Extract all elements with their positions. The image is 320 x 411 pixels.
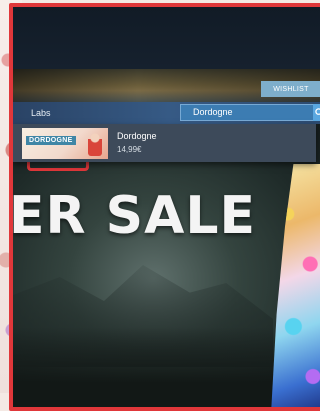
search-suggestion[interactable]: DORDOGNE Dordogne 14,99€ — [13, 124, 316, 162]
store-nav-bar: Labs — [13, 102, 320, 124]
suggestion-price: 14,99€ — [117, 145, 141, 154]
suggestion-thumbnail: DORDOGNE — [22, 128, 108, 159]
search-icon — [315, 108, 320, 117]
search-box[interactable] — [180, 104, 320, 121]
wishlist-button[interactable]: WISHLIST — [261, 81, 320, 97]
nav-item-labs[interactable]: Labs — [31, 102, 51, 124]
top-bar — [13, 7, 320, 69]
thumbnail-logo-text: DORDOGNE — [26, 136, 76, 145]
sale-hero: ER SALE — [13, 124, 320, 407]
store-window: WISHLIST ER SALE Labs DORDOGNE Dordogne … — [9, 3, 320, 411]
hero-artwork — [271, 164, 320, 411]
sale-title: ER SALE — [9, 186, 256, 246]
search-input[interactable] — [193, 105, 303, 120]
thumbnail-character — [88, 132, 102, 156]
search-button[interactable] — [313, 104, 320, 121]
suggestion-name: Dordogne — [117, 131, 157, 141]
